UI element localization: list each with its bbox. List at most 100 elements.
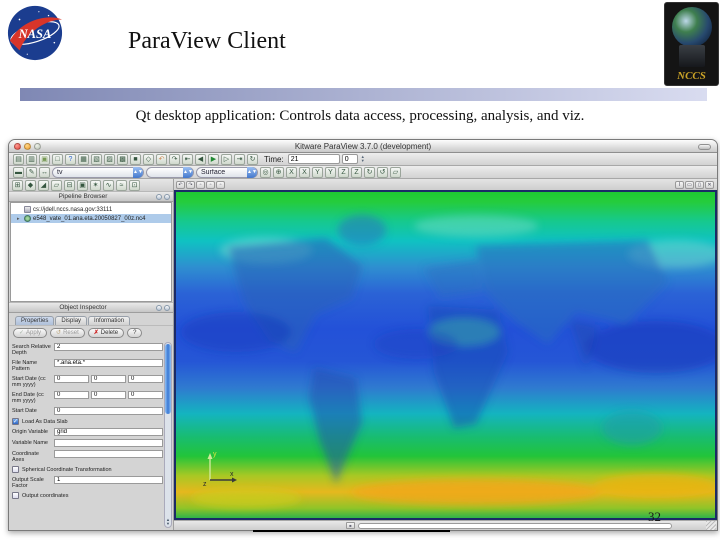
threshold-filter-icon[interactable]: ⊟ — [64, 179, 75, 191]
save-data-icon[interactable]: ▥ — [26, 153, 37, 165]
select-points-on-icon[interactable]: ▧ — [91, 153, 102, 165]
tab-display[interactable]: Display — [55, 316, 88, 325]
reset-button[interactable]: ↺ Reset — [50, 328, 85, 338]
view-redo-camera-icon[interactable]: ↷ — [186, 180, 195, 189]
input-start-date-cc-mm-yyyy[interactable] — [91, 375, 126, 383]
form-scrollbar[interactable]: ▲ ▼ — [164, 342, 172, 528]
color-by-variable-combo[interactable]: tv ▲▼ — [52, 166, 144, 178]
interact-icon[interactable]: ◇ — [143, 153, 154, 165]
input-origin-variable[interactable] — [54, 428, 163, 436]
rescale-to-data-range-icon[interactable]: ↔ — [39, 166, 50, 178]
expand-arrow-icon[interactable]: ▸ — [17, 216, 22, 222]
input-coordinate-axes[interactable] — [54, 450, 163, 458]
toolbar-toggle-button[interactable] — [698, 144, 711, 150]
view-convert-icon[interactable]: I — [675, 180, 684, 189]
slice-filter-icon[interactable]: ▱ — [51, 179, 62, 191]
view-undo-camera-icon[interactable]: ↶ — [176, 180, 185, 189]
view-z-minus-icon[interactable]: Z — [351, 166, 362, 178]
vcr-previous-frame-icon[interactable]: ◀ — [195, 153, 206, 165]
reset-camera-icon[interactable]: ◎ — [260, 166, 271, 178]
split-vertical-icon[interactable]: ▯ — [695, 180, 704, 189]
tab-properties[interactable]: Properties — [15, 316, 55, 325]
split-horizontal-icon[interactable]: ▭ — [685, 180, 694, 189]
abort-progress-button[interactable]: ■ — [346, 522, 355, 529]
tab-information[interactable]: Information — [88, 316, 131, 325]
warp-vector-filter-icon[interactable]: ≈ — [116, 179, 127, 191]
extract-subset-filter-icon[interactable]: ▣ — [77, 179, 88, 191]
view-y-minus-icon[interactable]: Y — [325, 166, 336, 178]
eye-icon[interactable] — [24, 215, 31, 222]
checkbox-load-as-data-slab[interactable]: ✓ — [12, 418, 19, 425]
vcr-next-frame-icon[interactable]: ▷ — [221, 153, 232, 165]
clip-filter-icon[interactable]: ◢ — [38, 179, 49, 191]
input-output-scale-factor[interactable] — [54, 476, 163, 484]
checkbox-output-coordinates[interactable] — [12, 492, 19, 499]
scrollbar-thumb-icon[interactable] — [165, 344, 171, 414]
help-icon[interactable]: ? — [65, 153, 76, 165]
zoom-to-data-icon[interactable]: ⊕ — [273, 166, 284, 178]
panel-close-button[interactable] — [164, 304, 170, 311]
vcr-loop-icon[interactable]: ↻ — [247, 153, 258, 165]
panel-float-button[interactable] — [156, 304, 162, 311]
resize-grip-icon[interactable] — [706, 521, 716, 530]
component-combo[interactable]: ▲▼ — [146, 166, 194, 178]
panel-float-button[interactable] — [156, 193, 162, 200]
time-value-input[interactable] — [287, 154, 340, 164]
delete-button[interactable]: ✗ Delete — [87, 328, 125, 338]
select-block-icon[interactable]: ■ — [130, 153, 141, 165]
open-data-icon[interactable]: ▤ — [13, 153, 24, 165]
pipeline-item[interactable]: cs://jdell.nccs.nasa.gov:33111 — [11, 205, 171, 214]
input-variable-name[interactable] — [54, 439, 163, 447]
input-start-date-cc-mm-yyyy[interactable] — [128, 375, 163, 383]
input-start-date[interactable] — [54, 407, 163, 415]
stream-tracer-filter-icon[interactable]: ∿ — [103, 179, 114, 191]
frame-spinner-arrows-icon[interactable]: ▲ ▼ — [361, 155, 365, 163]
edit-color-map-icon[interactable]: ✎ — [26, 166, 37, 178]
panel-close-button[interactable] — [164, 193, 170, 200]
input-file-name-pattern[interactable] — [54, 359, 163, 367]
parallel-projection-icon[interactable]: ▱ — [390, 166, 401, 178]
checkbox-spherical-coordinate-transformation[interactable] — [12, 466, 19, 473]
view-x-plus-icon[interactable]: X — [286, 166, 297, 178]
pipeline-browser-header[interactable]: Pipeline Browser — [9, 191, 173, 202]
group-datasets-filter-icon[interactable]: ⊡ — [129, 179, 140, 191]
redo-icon[interactable]: ↷ — [169, 153, 180, 165]
input-end-date-cc-mm-yyyy[interactable] — [54, 391, 89, 399]
select-points-through-icon[interactable]: ▩ — [117, 153, 128, 165]
view-x-minus-icon[interactable]: X — [299, 166, 310, 178]
connect-server-icon[interactable]: ▣ — [39, 153, 50, 165]
help-button[interactable]: ? — [127, 328, 143, 338]
disconnect-server-icon[interactable]: □ — [52, 153, 63, 165]
glyph-filter-icon[interactable]: ✶ — [90, 179, 101, 191]
input-start-date-cc-mm-yyyy[interactable] — [54, 375, 89, 383]
toggle-color-legend-icon[interactable]: ▬ — [13, 166, 24, 178]
scrollbar-arrows-icon[interactable]: ▲ ▼ — [165, 518, 171, 526]
close-view-icon[interactable]: ✕ — [705, 180, 714, 189]
view-lock-icon[interactable]: ▫ — [196, 180, 205, 189]
input-end-date-cc-mm-yyyy[interactable] — [128, 391, 163, 399]
frame-index-spinbox[interactable] — [341, 154, 358, 164]
contour-filter-icon[interactable]: ◆ — [25, 179, 36, 191]
calculator-filter-icon[interactable]: ⊞ — [12, 179, 23, 191]
view-picture-icon[interactable]: ▫ — [206, 180, 215, 189]
object-inspector-header[interactable]: Object Inspector — [9, 302, 173, 313]
window-titlebar[interactable]: Kitware ParaView 3.7.0 (development) — [9, 140, 717, 153]
input-search-relative-depth[interactable] — [54, 343, 163, 351]
footer-line — [253, 530, 450, 532]
select-cells-on-icon[interactable]: ▦ — [78, 153, 89, 165]
select-cells-through-icon[interactable]: ▨ — [104, 153, 115, 165]
representation-combo[interactable]: Surface ▲▼ — [196, 166, 258, 178]
view-y-plus-icon[interactable]: Y — [312, 166, 323, 178]
vcr-last-frame-icon[interactable]: ⇥ — [234, 153, 245, 165]
pipeline-item[interactable]: ▸ e548_vate_01.ana.eta.20050827_00z.nc4 — [11, 214, 171, 223]
apply-button[interactable]: ✓ Apply — [13, 328, 48, 338]
rotate-90-ccw-icon[interactable]: ↺ — [377, 166, 388, 178]
view-options-icon[interactable]: ▫ — [216, 180, 225, 189]
input-end-date-cc-mm-yyyy[interactable] — [91, 391, 126, 399]
undo-icon[interactable]: ↶ — [156, 153, 167, 165]
render-view-map[interactable]: y x z — [174, 190, 717, 520]
view-z-plus-icon[interactable]: Z — [338, 166, 349, 178]
vcr-play-icon[interactable]: ▶ — [208, 153, 219, 165]
vcr-first-frame-icon[interactable]: ⇤ — [182, 153, 193, 165]
rotate-90-cw-icon[interactable]: ↻ — [364, 166, 375, 178]
